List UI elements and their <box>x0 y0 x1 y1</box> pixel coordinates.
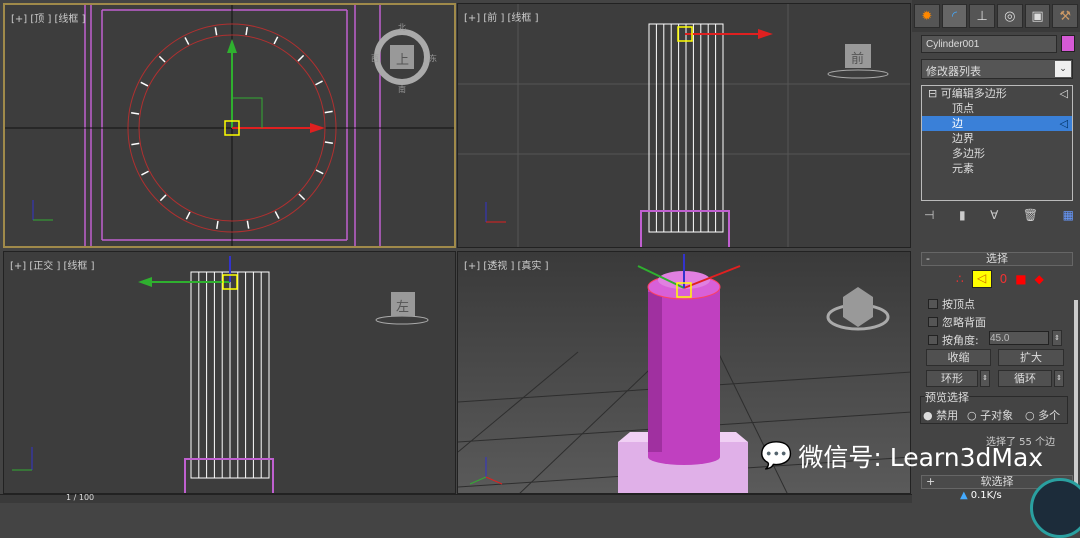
edge-tick <box>273 36 279 45</box>
viewcube-west[interactable]: 西 <box>371 53 379 64</box>
element-mode-icon[interactable]: ◆ <box>1035 272 1044 286</box>
edge-tick <box>246 220 250 229</box>
modifier-stack: ⊟ 可编辑多边形 ◁ 顶点 边 ◁ 边界 多边形 元素 <box>921 85 1073 201</box>
grow-button[interactable]: 扩大 <box>998 349 1064 366</box>
utilities-icon[interactable]: ⚒ <box>1052 4 1079 28</box>
by-angle-checkbox[interactable]: 按角度: <box>928 332 979 348</box>
edge-tick <box>140 81 149 87</box>
network-speed-meter: ▲ 0.1K/s <box>960 490 1002 501</box>
edge-tick <box>315 169 324 175</box>
edge-tick <box>324 110 333 114</box>
axis-tripod-icon <box>469 457 503 485</box>
preview-radio-multiple[interactable]: ○ 多个 <box>1025 407 1060 423</box>
remove-modifier-icon[interactable]: 🗑 <box>1023 208 1038 222</box>
loop-button[interactable]: 循环 <box>998 370 1052 387</box>
motion-icon[interactable]: ◎ <box>997 4 1023 28</box>
pin-stack-icon[interactable]: ⊣ <box>924 208 934 222</box>
panel-scrollbar[interactable] <box>1074 300 1078 500</box>
viewport-ortho[interactable]: [+] [正交 ] [线框 ] 左 <box>3 251 456 494</box>
stack-item-element[interactable]: 元素 <box>922 161 1072 176</box>
front-view-scene <box>458 4 910 247</box>
create-icon[interactable]: ✹ <box>914 4 940 28</box>
edge-tick <box>315 80 323 86</box>
display-icon[interactable]: ▣ <box>1024 4 1051 28</box>
preview-selection-group: 预览选择 ● 禁用 ○ 子对象 ○ 多个 <box>920 389 1068 424</box>
ring-spinner[interactable]: ⇕ <box>980 370 990 387</box>
edge-tick <box>216 220 219 229</box>
loop-spinner[interactable]: ⇕ <box>1054 370 1064 387</box>
viewcube-face[interactable]: 左 <box>396 296 409 315</box>
modify-icon[interactable]: ◜ <box>941 4 968 28</box>
polygon-mode-icon[interactable]: ■ <box>1015 272 1026 286</box>
modifier-list-dropdown[interactable]: 修改器列表 ⌄ <box>921 59 1073 79</box>
status-bar: 1 / 100 <box>0 493 912 503</box>
configure-modifier-sets-icon[interactable]: ▦ <box>1063 208 1074 222</box>
axis-tripod-icon <box>12 447 33 471</box>
stack-item-border[interactable]: 边界 <box>922 131 1072 146</box>
chevron-down-icon[interactable]: ⌄ <box>1055 61 1071 77</box>
viewport-label[interactable]: [+] [前 ] [线框 ] <box>464 9 539 24</box>
angle-spinner[interactable]: ⇕ <box>1052 330 1062 346</box>
network-monitor-ring <box>1030 478 1080 538</box>
edge-tick <box>131 112 140 115</box>
edge-tick <box>274 211 280 219</box>
show-end-result-icon[interactable]: ▮ <box>959 208 966 222</box>
vertex-mode-icon[interactable]: ∴ <box>956 272 964 286</box>
edge-tick <box>214 27 218 36</box>
by-vertex-checkbox[interactable]: 按顶点 <box>928 296 975 312</box>
stack-item-vertex[interactable]: 顶点 <box>922 101 1072 116</box>
border-mode-icon[interactable]: 0 <box>1000 272 1008 286</box>
edge-tick <box>158 55 166 63</box>
axis-tripod-icon <box>32 200 53 221</box>
stack-item-polygon[interactable]: 多边形 <box>922 146 1072 161</box>
edge-tick <box>324 141 333 144</box>
ortho-view-scene <box>12 256 429 493</box>
top-view-scene <box>5 5 454 246</box>
ring-button[interactable]: 环形 <box>926 370 978 387</box>
axis-tripod-icon <box>485 202 506 223</box>
viewcube-east[interactable]: 东 <box>429 53 437 64</box>
make-unique-icon[interactable]: ∀ <box>990 208 998 222</box>
watermark: 💬 微信号: Learn3dMax <box>760 441 1044 472</box>
frame-counter[interactable]: 1 / 100 <box>66 493 94 502</box>
edge-tick <box>185 211 191 220</box>
viewport-top[interactable]: [+] [顶 ] [线框 ] 上 北 南 西 东 <box>3 3 456 248</box>
viewcube-face[interactable]: 上 <box>396 49 409 68</box>
viewport-label[interactable]: [+] [顶 ] [线框 ] <box>11 10 86 25</box>
stack-item-edge[interactable]: 边 ◁ <box>922 116 1072 131</box>
edge-tick <box>245 27 248 36</box>
viewport-label[interactable]: [+] [正交 ] [线框 ] <box>10 257 95 272</box>
subobject-icon: ◁ <box>1059 117 1068 130</box>
viewport-label[interactable]: [+] [透视 ] [真实 ] <box>464 257 549 272</box>
object-color-swatch[interactable] <box>1061 35 1075 52</box>
angle-field[interactable] <box>989 331 1049 345</box>
edge-tick <box>298 193 306 201</box>
viewcube-south[interactable]: 南 <box>398 84 406 95</box>
edge-mode-icon[interactable]: ◁ <box>971 270 992 288</box>
edge-tick <box>159 194 167 202</box>
network-speed: 0.1K/s <box>970 490 1002 501</box>
stack-item-editable-poly[interactable]: ⊟ 可编辑多边形 ◁ <box>922 86 1072 101</box>
wechat-icon: 💬 <box>760 441 793 471</box>
preview-radio-disabled[interactable]: ● 禁用 <box>923 407 958 423</box>
viewcube-face[interactable]: 前 <box>851 48 864 67</box>
hierarchy-icon[interactable]: ⊥ <box>969 4 996 28</box>
selection-rollout-header[interactable]: - 选择 <box>921 252 1073 266</box>
object-name-field[interactable] <box>921 35 1057 53</box>
edge-tick <box>131 142 140 146</box>
shrink-button[interactable]: 收缩 <box>926 349 991 366</box>
ignore-backfacing-checkbox[interactable]: 忽略背面 <box>928 314 986 330</box>
upload-arrow-icon: ▲ <box>960 490 968 501</box>
subobject-icon: ◁ <box>1059 87 1068 100</box>
edge-tick <box>141 170 149 176</box>
command-panel: ✹ ◜ ⊥ ◎ ▣ ⚒ 修改器列表⌄ ⊟ 可编辑多边形◁ 顶点 边◁ 边界 多边… <box>912 0 1080 503</box>
edge-tick <box>297 54 305 62</box>
preview-radio-subobject[interactable]: ○ 子对象 <box>967 407 1013 423</box>
viewport-front[interactable]: [+] [前 ] [线框 ] 前 <box>457 3 911 248</box>
viewcube-north[interactable]: 北 <box>398 22 406 33</box>
edge-tick <box>184 37 190 45</box>
